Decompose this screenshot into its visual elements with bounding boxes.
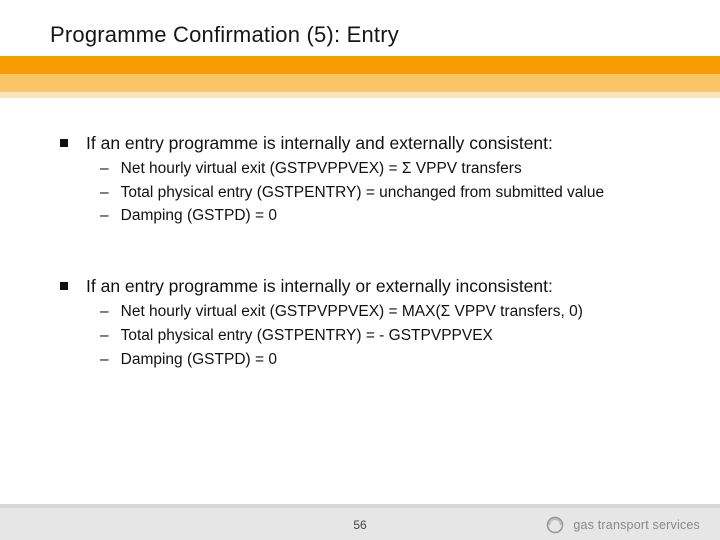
sub-bullet-text: Total physical entry (GSTPENTRY) = uncha…	[121, 183, 604, 204]
dash-icon: –	[100, 350, 109, 371]
dash-icon: –	[100, 183, 109, 204]
sub-bullet-text: Total physical entry (GSTPENTRY) = - GST…	[121, 326, 493, 347]
square-bullet-icon	[60, 282, 68, 290]
dash-icon: –	[100, 302, 109, 323]
section-gap	[60, 227, 660, 261]
square-bullet-icon	[60, 139, 68, 147]
swirl-icon	[545, 515, 565, 535]
dash-icon: –	[100, 326, 109, 347]
sub-bullet-text: Damping (GSTPD) = 0	[121, 206, 277, 227]
sub-bullet-text: Net hourly virtual exit (GSTPVPPVEX) = M…	[121, 302, 583, 323]
bullet-section-2: If an entry programme is internally or e…	[60, 275, 660, 299]
content-body: If an entry programme is internally and …	[60, 118, 660, 371]
sub-bullet-text: Net hourly virtual exit (GSTPVPPVEX) = Σ…	[121, 159, 522, 180]
brand-text: gas transport services	[573, 518, 700, 532]
sub-bullet: – Net hourly virtual exit (GSTPVPPVEX) =…	[60, 159, 660, 180]
sub-bullet: – Total physical entry (GSTPENTRY) = - G…	[60, 326, 660, 347]
slide: Programme Confirmation (5): Entry If an …	[0, 0, 720, 540]
brand-logo: gas transport services	[545, 515, 700, 535]
page-title: Programme Confirmation (5): Entry	[50, 22, 399, 48]
sub-bullet-text: Damping (GSTPD) = 0	[121, 350, 277, 371]
sub-bullet: – Damping (GSTPD) = 0	[60, 350, 660, 371]
sub-bullet: – Damping (GSTPD) = 0	[60, 206, 660, 227]
header-band-secondary	[0, 74, 720, 92]
sub-bullet: – Net hourly virtual exit (GSTPVPPVEX) =…	[60, 302, 660, 323]
section-heading: If an entry programme is internally and …	[86, 132, 553, 156]
section-heading: If an entry programme is internally or e…	[86, 275, 553, 299]
dash-icon: –	[100, 159, 109, 180]
header-band-tertiary	[0, 92, 720, 98]
sub-bullet: – Total physical entry (GSTPENTRY) = unc…	[60, 183, 660, 204]
bullet-section-1: If an entry programme is internally and …	[60, 132, 660, 156]
header-band-primary	[0, 56, 720, 74]
dash-icon: –	[100, 206, 109, 227]
